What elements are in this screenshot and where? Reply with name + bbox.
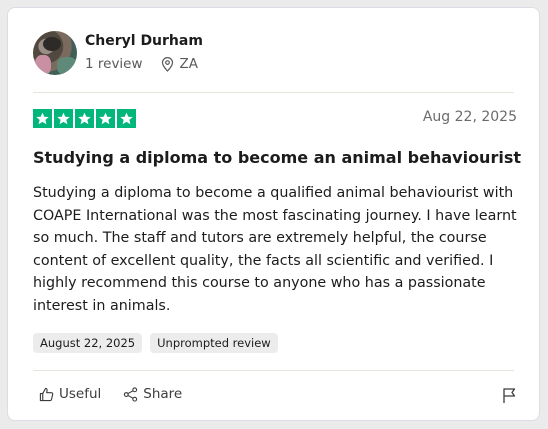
- reviewer-name[interactable]: Cheryl Durham: [85, 33, 203, 49]
- star-icon: [75, 109, 94, 128]
- review-card: Cheryl Durham 1 review ZA Aug 22, 2025 S…: [7, 7, 540, 421]
- review-body: Studying a diploma to become a qualified…: [33, 185, 517, 314]
- share-button[interactable]: Share: [123, 386, 182, 402]
- star-icon: [33, 109, 52, 128]
- star-icon: [54, 109, 73, 128]
- star-icon: [96, 109, 115, 128]
- review-tags: August 22, 2025 Unprompted review: [33, 333, 278, 353]
- star-rating: [33, 109, 136, 128]
- country-code: ZA: [179, 56, 199, 72]
- review-actions: Useful Share: [39, 386, 182, 402]
- divider: [33, 92, 514, 93]
- experience-date-tag: August 22, 2025: [33, 333, 143, 353]
- useful-label: Useful: [59, 386, 102, 402]
- avatar[interactable]: [33, 31, 77, 75]
- share-label: Share: [143, 386, 183, 402]
- report-button[interactable]: [502, 387, 517, 408]
- useful-button[interactable]: Useful: [39, 386, 101, 402]
- source-tag[interactable]: Unprompted review: [150, 333, 278, 353]
- divider: [33, 370, 514, 371]
- star-icon: [117, 109, 136, 128]
- review-title[interactable]: Studying a diploma to become an animal b…: [33, 148, 521, 167]
- location-pin-icon: [161, 56, 173, 72]
- reviewer-location: ZA: [161, 56, 198, 72]
- review-date: Aug 22, 2025: [422, 109, 517, 125]
- review-count: 1 review: [85, 56, 143, 72]
- flag-icon: [503, 388, 516, 403]
- share-icon: [124, 386, 138, 402]
- reviewer-meta: 1 review ZA: [85, 56, 198, 72]
- thumbs-up-icon: [39, 387, 54, 401]
